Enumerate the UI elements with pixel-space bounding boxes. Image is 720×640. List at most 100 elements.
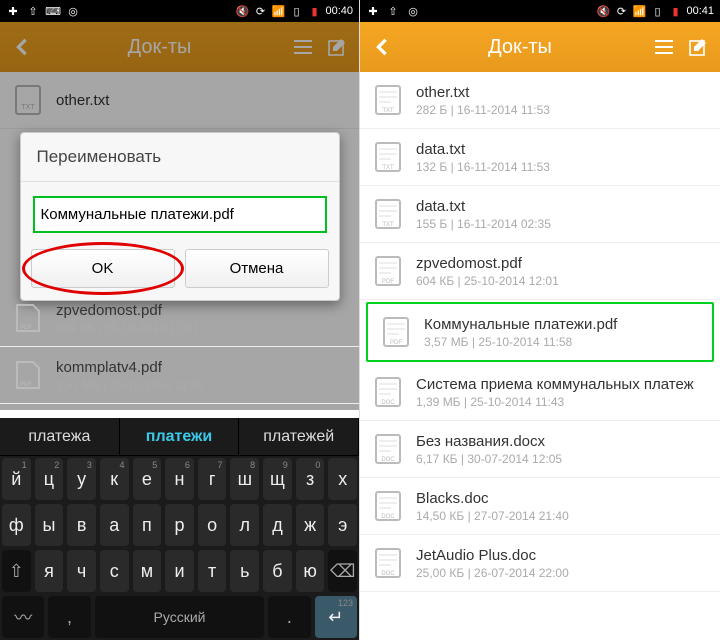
signal-icon: ▮ <box>668 4 682 18</box>
key-с[interactable]: с <box>100 550 129 592</box>
list-item[interactable]: DOCБез названия.docx6,17 КБ | 30-07-2014… <box>360 421 720 478</box>
key-п[interactable]: п <box>133 504 162 546</box>
space-key[interactable]: Русский <box>95 596 265 638</box>
upload-icon: ⇧ <box>26 4 40 18</box>
suggestion-primary[interactable]: платежи <box>120 418 240 455</box>
key-ц[interactable]: ц2 <box>35 458 64 500</box>
enter-key[interactable]: 123↵ <box>315 596 357 638</box>
key-я[interactable]: я <box>35 550 64 592</box>
keyboard[interactable]: платежа платежи платежей й1ц2у3к4е5н6г7ш… <box>0 418 359 640</box>
circle-icon: ◎ <box>406 4 420 18</box>
key-х[interactable]: х <box>328 458 357 500</box>
clock: 00:41 <box>686 5 714 17</box>
key-ч[interactable]: ч <box>67 550 96 592</box>
file-name: zpvedomost.pdf <box>416 255 708 272</box>
file-name: Blacks.doc <box>416 490 708 507</box>
key-и[interactable]: и <box>165 550 194 592</box>
rename-dialog: Переименовать OK Отмена <box>20 132 340 301</box>
key-д[interactable]: д <box>263 504 292 546</box>
svg-text:TXT: TXT <box>382 165 394 171</box>
file-doc-icon: DOC <box>372 374 404 410</box>
list-item[interactable]: TXTother.txt282 Б | 16-11-2014 11:53 <box>360 72 720 129</box>
sync-icon: ⟳ <box>614 4 628 18</box>
circle-icon: ◎ <box>66 4 80 18</box>
file-pdf-icon: PDF <box>380 314 412 350</box>
mute-icon: 🔇 <box>235 4 249 18</box>
file-meta: 132 Б | 16-11-2014 11:53 <box>416 160 708 174</box>
key-⌫[interactable]: ⌫ <box>328 550 357 592</box>
mute-icon: 🔇 <box>596 4 610 18</box>
key-ы[interactable]: ы <box>35 504 64 546</box>
svg-text:TXT: TXT <box>382 108 394 114</box>
file-meta: 14,50 КБ | 27-07-2014 21:40 <box>416 509 708 523</box>
period-key[interactable]: . <box>268 596 310 638</box>
file-name: JetAudio Plus.doc <box>416 547 708 564</box>
key-у[interactable]: у3 <box>67 458 96 500</box>
key-ж[interactable]: ж <box>296 504 325 546</box>
key-й[interactable]: й1 <box>2 458 31 500</box>
list-item[interactable]: PDFКоммунальные платежи.pdf3,57 МБ | 25-… <box>366 302 714 362</box>
upload-icon: ⇧ <box>386 4 400 18</box>
keyboard-icon: ⌨ <box>46 4 60 18</box>
key-э[interactable]: э <box>328 504 357 546</box>
svg-text:DOC: DOC <box>381 400 395 406</box>
ok-button[interactable]: OK <box>31 249 175 288</box>
suggestion-bar: платежа платежи платежей <box>0 418 359 456</box>
comma-key[interactable]: , <box>48 596 90 638</box>
file-list[interactable]: TXTother.txt282 Б | 16-11-2014 11:53TXTd… <box>360 72 720 640</box>
key-ь[interactable]: ь <box>230 550 259 592</box>
file-name: other.txt <box>416 84 708 101</box>
list-item[interactable]: DOCJetAudio Plus.doc25,00 КБ | 26-07-201… <box>360 535 720 592</box>
signal-icon: ▮ <box>307 4 321 18</box>
compose-button[interactable] <box>684 33 712 61</box>
list-item[interactable]: PDFzpvedomost.pdf604 КБ | 25-10-2014 12:… <box>360 243 720 300</box>
file-name: Без названия.docx <box>416 433 708 450</box>
plus-icon: ✚ <box>6 4 20 18</box>
list-item[interactable]: DOCСистема приема коммунальных платеж1,3… <box>360 364 720 421</box>
svg-text:DOC: DOC <box>381 514 395 520</box>
key-г[interactable]: г7 <box>198 458 227 500</box>
suggestion[interactable]: платежей <box>239 418 359 455</box>
back-button[interactable] <box>368 33 396 61</box>
key-щ[interactable]: щ9 <box>263 458 292 500</box>
file-pdf-icon: PDF <box>12 357 44 393</box>
suggestion[interactable]: платежа <box>0 418 120 455</box>
list-item[interactable]: DOC Blacks.doc 14,50 КБ | 27-07-2014 21:40 <box>360 478 720 535</box>
menu-button[interactable] <box>650 33 678 61</box>
wifi-icon: 📶 <box>271 4 285 18</box>
sync-icon: ⟳ <box>253 4 267 18</box>
list-item[interactable]: TXTdata.txt155 Б | 16-11-2014 02:35 <box>360 186 720 243</box>
list-item: PDF kommplatv4.pdf3,57 МБ | 25-10-2014 1… <box>0 347 359 404</box>
key-н[interactable]: н6 <box>165 458 194 500</box>
swype-key[interactable]: 〰 <box>2 596 44 638</box>
key-ф[interactable]: ф <box>2 504 31 546</box>
key-в[interactable]: в <box>67 504 96 546</box>
key-ш[interactable]: ш8 <box>230 458 259 500</box>
key-к[interactable]: к4 <box>100 458 129 500</box>
svg-text:TXT: TXT <box>382 222 394 228</box>
key-о[interactable]: о <box>198 504 227 546</box>
statusbar: ✚ ⇧ ◎ 🔇 ⟳ 📶 ▯ ▮ 00:41 <box>360 0 720 22</box>
battery-icon: ▯ <box>289 4 303 18</box>
file-txt-icon: TXT <box>372 82 404 118</box>
key-л[interactable]: л <box>230 504 259 546</box>
key-ю[interactable]: ю <box>296 550 325 592</box>
key-з[interactable]: з0 <box>296 458 325 500</box>
cancel-button[interactable]: Отмена <box>185 249 329 288</box>
file-name: data.txt <box>416 198 708 215</box>
statusbar: ✚ ⇧ ⌨ ◎ 🔇 ⟳ 📶 ▯ ▮ 00:40 <box>0 0 359 22</box>
file-list-bg2: PDF zpvedomost.pdf604 КБ | 25-10-2014 12… <box>0 290 359 404</box>
key-е[interactable]: е5 <box>133 458 162 500</box>
key-а[interactable]: а <box>100 504 129 546</box>
page-title: Док-ты <box>396 36 644 59</box>
key-⇧[interactable]: ⇧ <box>2 550 31 592</box>
rename-input[interactable] <box>33 196 327 233</box>
key-м[interactable]: м <box>133 550 162 592</box>
list-item[interactable]: TXTdata.txt132 Б | 16-11-2014 11:53 <box>360 129 720 186</box>
key-р[interactable]: р <box>165 504 194 546</box>
file-doc-icon: DOC <box>372 431 404 467</box>
key-т[interactable]: т <box>198 550 227 592</box>
file-meta: 604 КБ | 25-10-2014 12:01 <box>416 274 708 288</box>
key-б[interactable]: б <box>263 550 292 592</box>
svg-text:DOC: DOC <box>381 571 395 577</box>
